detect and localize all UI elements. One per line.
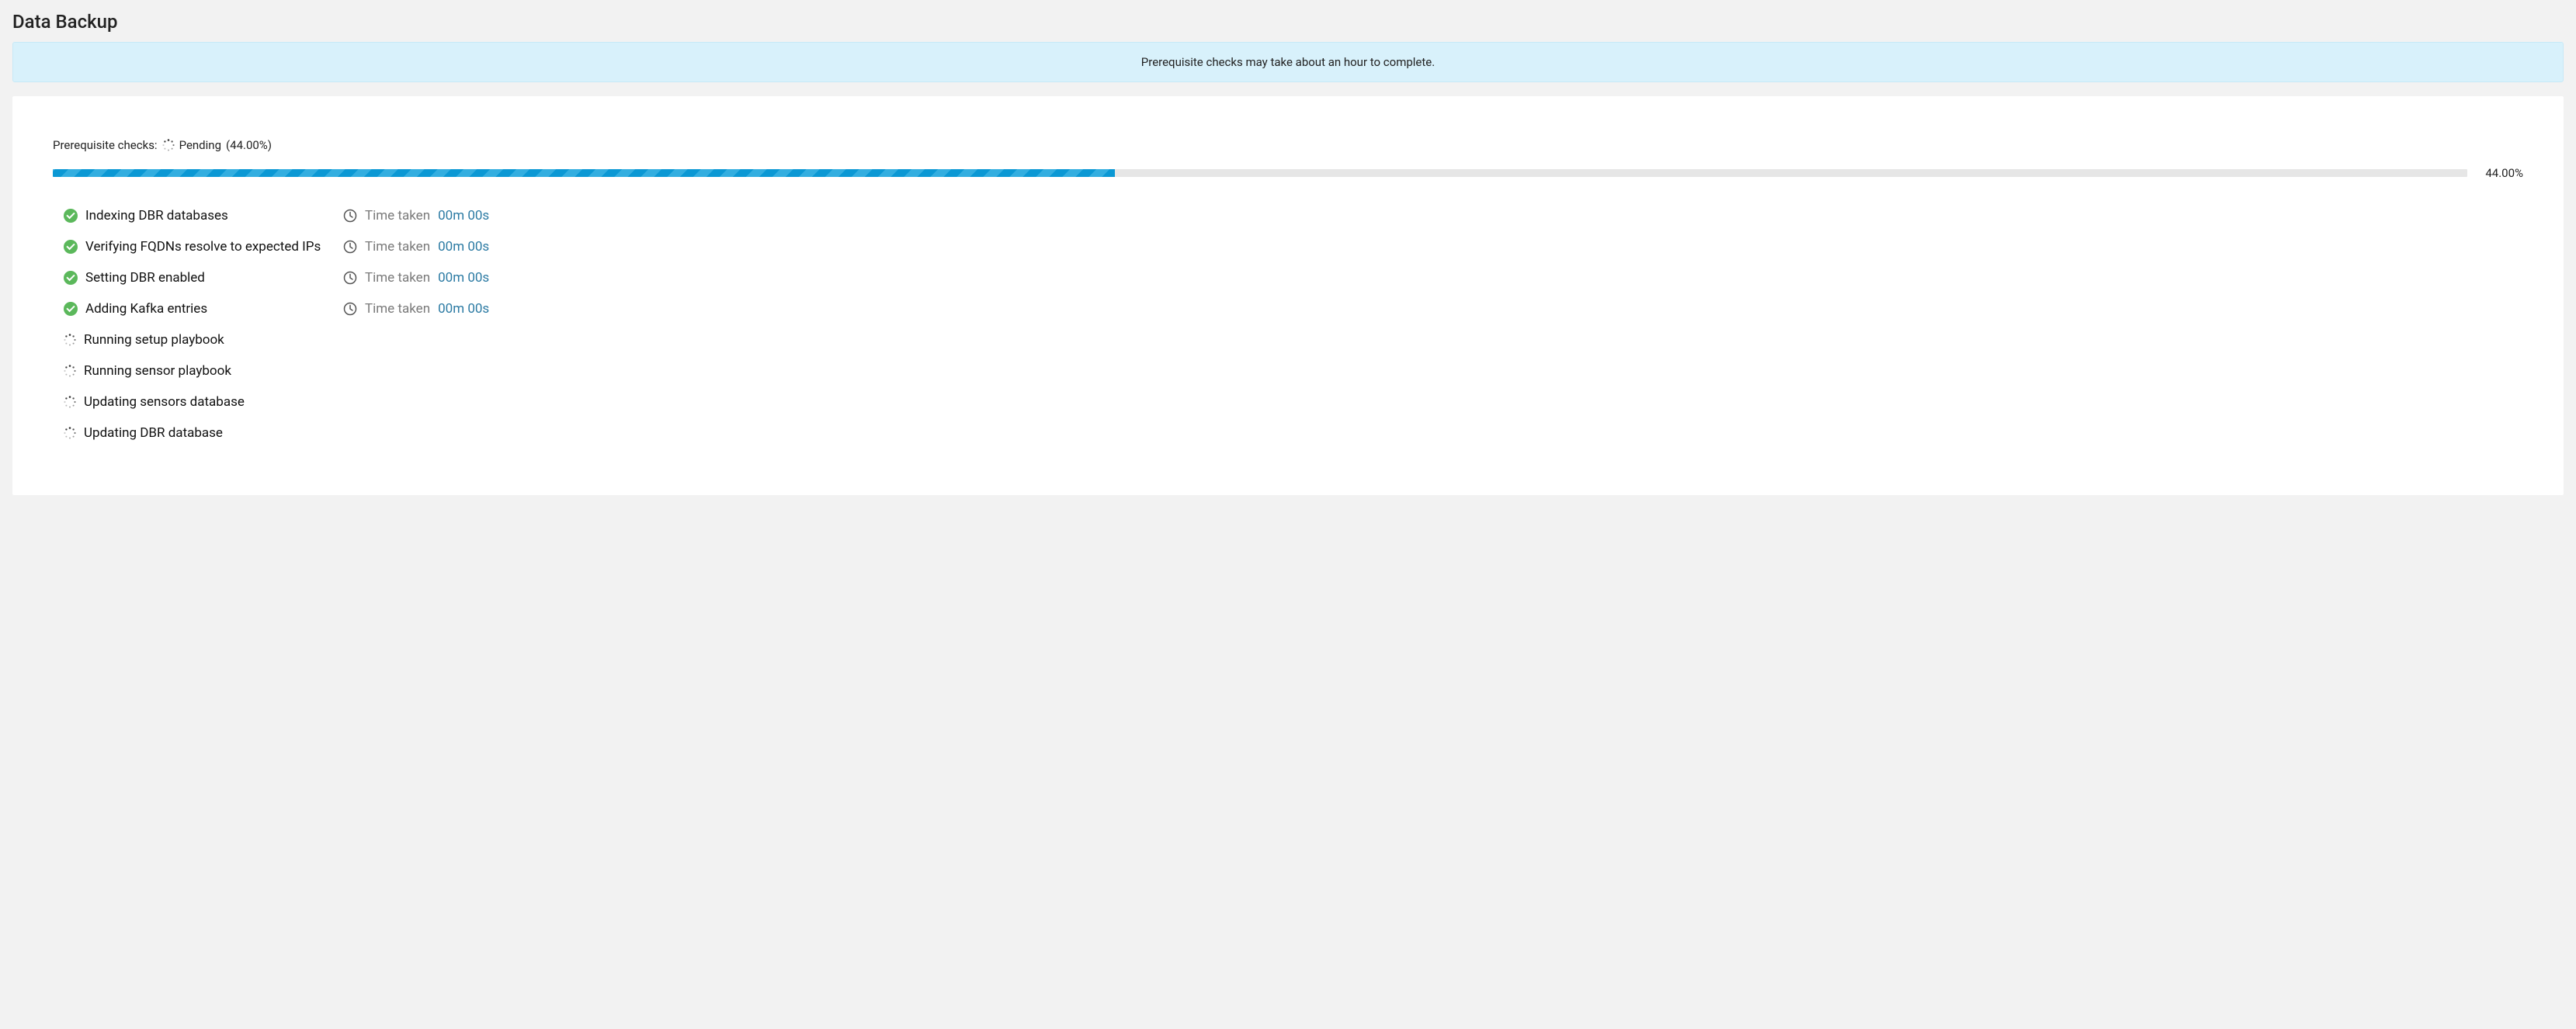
status-percent-inline: (44.00%) (226, 138, 272, 152)
check-label-group: Verifying FQDNs resolve to expected IPs (64, 239, 343, 255)
check-row: Updating DBR database (64, 425, 2523, 441)
time-taken-value: 00m 00s (438, 239, 489, 255)
clock-icon (343, 240, 357, 254)
page-title: Data Backup (12, 11, 2564, 33)
progress-fill (53, 169, 1115, 177)
check-success-icon (64, 240, 78, 254)
check-time-group: Time taken 00m 00s (343, 239, 489, 255)
time-taken-value: 00m 00s (438, 301, 489, 317)
time-taken-value: 00m 00s (438, 208, 489, 223)
check-name: Indexing DBR databases (85, 208, 228, 223)
check-name: Running sensor playbook (84, 363, 231, 379)
check-name: Verifying FQDNs resolve to expected IPs (85, 239, 321, 255)
check-label-group: Setting DBR enabled (64, 270, 343, 286)
time-taken-label: Time taken (365, 239, 430, 255)
spinner-icon (64, 365, 76, 377)
check-row: Verifying FQDNs resolve to expected IPs T… (64, 239, 2523, 255)
progress-row: 44.00% (53, 166, 2523, 180)
check-name: Updating DBR database (84, 425, 223, 441)
time-taken-label: Time taken (365, 270, 430, 286)
check-name: Updating sensors database (84, 394, 245, 410)
check-success-icon (64, 302, 78, 316)
check-row: Setting DBR enabled Time taken 00m 00s (64, 270, 2523, 286)
clock-icon (343, 302, 357, 316)
check-time-group: Time taken 00m 00s (343, 301, 489, 317)
check-row: Updating sensors database (64, 394, 2523, 410)
prerequisite-checks-card: Prerequisite checks: Pending (44.00%) 44… (12, 96, 2564, 495)
check-success-icon (64, 209, 78, 223)
check-label-group: Updating DBR database (64, 425, 343, 441)
check-row: Indexing DBR databases Time taken 00m 00s (64, 208, 2523, 223)
check-row: Running sensor playbook (64, 363, 2523, 379)
check-time-group: Time taken 00m 00s (343, 270, 489, 286)
check-label-group: Running sensor playbook (64, 363, 343, 379)
progress-percent: 44.00% (2477, 166, 2523, 180)
time-taken-label: Time taken (365, 208, 430, 223)
check-name: Adding Kafka entries (85, 301, 207, 317)
check-label-group: Updating sensors database (64, 394, 343, 410)
check-label-group: Indexing DBR databases (64, 208, 343, 223)
check-label-group: Running setup playbook (64, 332, 343, 348)
check-success-icon (64, 271, 78, 285)
spinner-icon (64, 427, 76, 439)
check-row: Adding Kafka entries Time taken 00m 00s (64, 301, 2523, 317)
spinner-icon (64, 334, 76, 346)
clock-icon (343, 209, 357, 223)
clock-icon (343, 271, 357, 285)
spinner-icon (64, 396, 76, 408)
time-taken-value: 00m 00s (438, 270, 489, 286)
check-name: Running setup playbook (84, 332, 224, 348)
status-prefix: Prerequisite checks: (53, 138, 158, 152)
status-state: Pending (179, 138, 221, 152)
spinner-icon (162, 139, 175, 151)
info-banner: Prerequisite checks may take about an ho… (12, 42, 2564, 82)
check-row: Running setup playbook (64, 332, 2523, 348)
check-time-group: Time taken 00m 00s (343, 208, 489, 223)
time-taken-label: Time taken (365, 301, 430, 317)
check-label-group: Adding Kafka entries (64, 301, 343, 317)
progress-bar (53, 169, 2467, 177)
data-backup-page: Data Backup Prerequisite checks may take… (0, 0, 2576, 514)
checks-list: Indexing DBR databasesTime taken00m 00sV… (53, 208, 2523, 441)
status-line: Prerequisite checks: Pending (44.00%) (53, 138, 2523, 152)
check-name: Setting DBR enabled (85, 270, 205, 286)
